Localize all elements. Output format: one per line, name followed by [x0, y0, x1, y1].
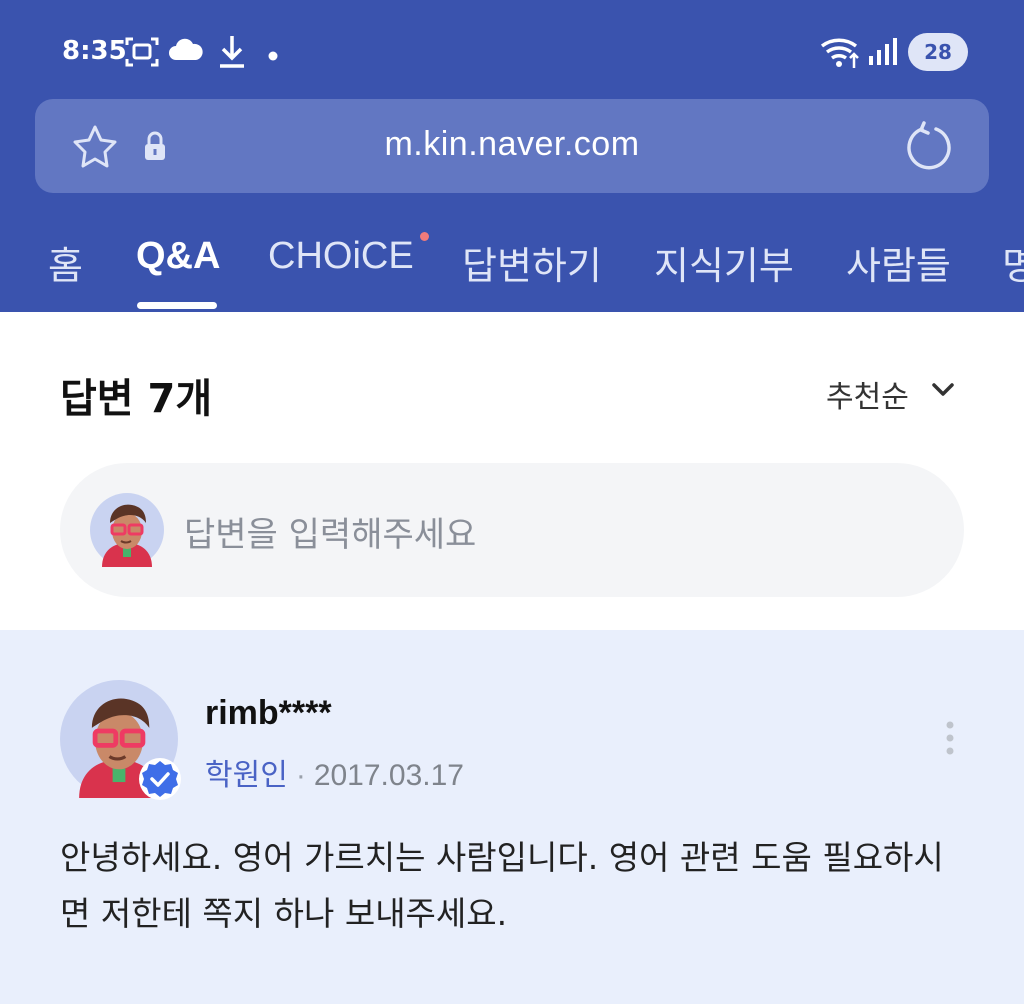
battery-indicator: 28 — [908, 33, 968, 71]
reload-icon[interactable] — [905, 121, 953, 177]
chevron-down-icon — [930, 376, 956, 411]
tab-donation[interactable]: 지식기부 — [654, 235, 794, 290]
answer-input[interactable]: 답변을 입력해주세요 — [60, 463, 964, 597]
screenshot-icon — [124, 34, 160, 74]
active-tab-indicator — [137, 302, 217, 309]
sort-label: 추천순 — [826, 380, 909, 415]
answer-username[interactable]: rimb**** — [205, 694, 332, 733]
status-time: 8:35 — [62, 36, 127, 66]
answers-count-title: 답변 7개 — [60, 376, 213, 422]
answer-card: rimb**** 학원인 · 2017.03.17 안녕하세요. 영어 가르치는 사… — [0, 630, 1024, 1004]
answer-input-placeholder[interactable]: 답변을 입력해주세요 — [184, 507, 476, 556]
avatar — [90, 493, 164, 571]
wifi-icon — [820, 36, 862, 74]
more-options-icon[interactable] — [945, 720, 955, 764]
download-icon — [218, 34, 246, 74]
user-role: 학원인 — [205, 759, 288, 792]
tab-qa[interactable]: Q&A — [136, 235, 220, 278]
tab-home[interactable]: 홈 — [48, 235, 83, 290]
tab-people[interactable]: 사람들 — [846, 235, 951, 290]
meta-separator: · — [295, 759, 306, 792]
url-text[interactable]: m.kin.naver.com — [35, 125, 989, 164]
new-badge-dot — [420, 232, 429, 241]
dot-icon — [268, 46, 278, 65]
cloud-icon — [168, 38, 204, 66]
sort-dropdown[interactable]: 추천순 — [826, 372, 954, 416]
status-bar: 8:35 28 — [0, 0, 1024, 100]
answer-body: 안녕하세요. 영어 가르치는 사람입니다. 영어 관련 도움 필요하시면 저한테… — [60, 838, 944, 933]
tab-answer[interactable]: 답변하기 — [462, 235, 602, 290]
tab-more[interactable]: 명 — [1002, 235, 1024, 290]
url-bar[interactable]: m.kin.naver.com — [35, 99, 989, 193]
verified-badge-icon — [138, 757, 182, 805]
browser-header: 8:35 28 m.kin.naver.com 홈 Q&A CHOiCE 답변하… — [0, 0, 1024, 312]
signal-icon — [868, 38, 898, 70]
answer-meta: 학원인 · 2017.03.17 — [205, 750, 464, 794]
tab-choice[interactable]: CHOiCE — [268, 235, 414, 278]
nav-tabs: 홈 Q&A CHOiCE 답변하기 지식기부 사람들 명 — [0, 220, 1024, 312]
answer-date: 2017.03.17 — [313, 759, 464, 792]
